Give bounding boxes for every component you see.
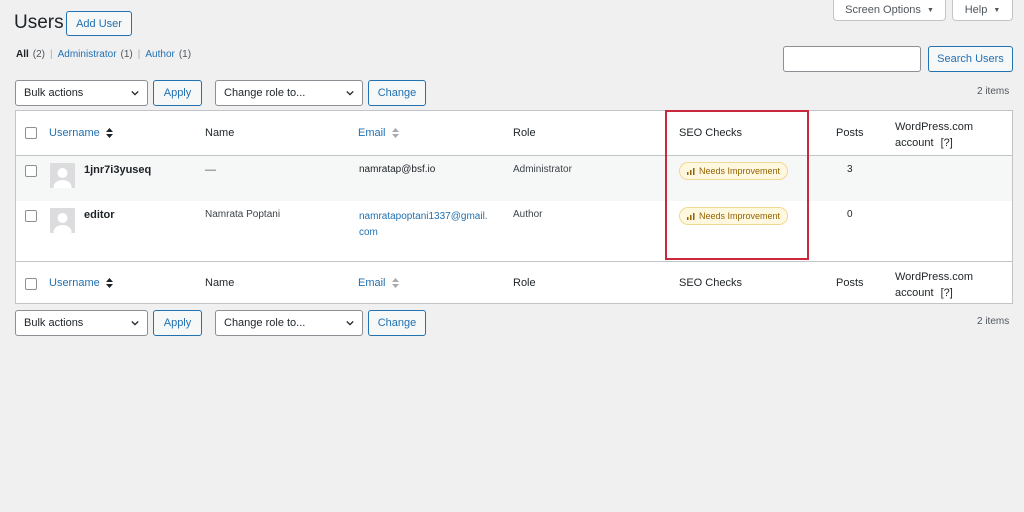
apply-button-bottom[interactable]: Apply — [153, 310, 202, 336]
email-cell: namratapoptani1337@gmail. com — [359, 209, 488, 241]
filter-all-link[interactable]: All — [16, 49, 29, 60]
user-name: Namrata Poptani — [205, 209, 281, 220]
change-role-select-bottom[interactable]: Change role to... — [215, 310, 363, 336]
default-avatar-icon — [53, 168, 72, 188]
users-table: Username Name Email Role SEO Checks Post… — [15, 110, 1013, 304]
role-filter-links: All (2) | Administrator (1) | Author (1) — [16, 49, 191, 60]
bulk-actions-label: Bulk actions — [24, 87, 84, 99]
email-link[interactable]: namratap@bsf.io — [359, 164, 435, 175]
user-role: Administrator — [513, 164, 572, 175]
screen-options-label: Screen Options — [845, 4, 921, 16]
default-avatar-icon — [53, 213, 72, 233]
filter-administrator-count: (1) — [120, 49, 133, 60]
filter-separator: | — [137, 49, 141, 60]
posts-count: 0 — [847, 209, 853, 220]
row-checkbox[interactable] — [25, 210, 37, 222]
email-link[interactable]: namratapoptani1337@gmail. — [359, 209, 488, 225]
user-role: Author — [513, 209, 543, 220]
chevron-down-icon — [131, 320, 139, 326]
add-user-button[interactable]: Add User — [66, 11, 132, 36]
avatar — [50, 163, 75, 188]
name-column-header: Name — [205, 127, 235, 139]
name-column-footer: Name — [205, 277, 235, 289]
search-users-button[interactable]: Search Users — [928, 46, 1013, 72]
change-role-label: Change role to... — [224, 87, 306, 99]
items-count: 2 items — [977, 86, 1010, 97]
email-column-header[interactable]: Email — [358, 127, 399, 139]
filter-all-count: (2) — [32, 49, 46, 60]
wpcom-help-link[interactable]: [?] — [941, 287, 953, 299]
posts-column-header: Posts — [836, 127, 864, 139]
filter-author-count: (1) — [178, 49, 192, 60]
page-title: Users — [14, 12, 64, 33]
email-link-continued[interactable]: com — [359, 225, 488, 241]
wpcom-header-line2: account — [895, 137, 934, 149]
email-footer-label: Email — [358, 277, 386, 289]
wpcom-column-header: WordPress.com account [?] — [895, 119, 973, 151]
sort-icon — [391, 128, 399, 139]
change-role-select[interactable]: Change role to... — [215, 80, 363, 106]
items-count-bottom: 2 items — [977, 316, 1010, 327]
apply-button[interactable]: Apply — [153, 80, 202, 106]
change-role-label: Change role to... — [224, 317, 306, 329]
username-header-label: Username — [49, 127, 100, 139]
role-column-header: Role — [513, 127, 536, 139]
help-tab[interactable]: Help ▼ — [952, 0, 1013, 21]
filter-separator: | — [50, 49, 53, 60]
wpcom-footer-line1: WordPress.com — [895, 271, 974, 283]
caret-down-icon: ▼ — [993, 6, 1001, 14]
table-header-row: Username Name Email Role SEO Checks Post… — [16, 111, 1012, 155]
table-footer-row: Username Name Email Role SEO Checks Post… — [16, 262, 1012, 304]
bulk-actions-select-bottom[interactable]: Bulk actions — [15, 310, 148, 336]
wpcom-footer-line2: account — [895, 287, 934, 299]
sort-icon — [391, 278, 399, 289]
search-input[interactable] — [783, 46, 921, 72]
email-header-label: Email — [358, 127, 386, 139]
caret-down-icon: ▼ — [926, 6, 934, 14]
username-column-footer[interactable]: Username — [49, 277, 113, 289]
change-button[interactable]: Change — [368, 80, 426, 106]
screen-options-tab[interactable]: Screen Options ▼ — [833, 0, 946, 21]
select-all-checkbox-footer[interactable] — [25, 278, 37, 290]
wpcom-help-link[interactable]: [?] — [941, 137, 953, 149]
posts-column-footer: Posts — [836, 277, 864, 289]
avatar — [50, 208, 75, 233]
wpcom-column-footer: WordPress.com account [?] — [895, 269, 973, 301]
seo-column-highlight — [665, 110, 809, 260]
bulk-actions-select[interactable]: Bulk actions — [15, 80, 148, 106]
sort-icon — [105, 278, 113, 289]
row-checkbox[interactable] — [25, 165, 37, 177]
filter-administrator-link[interactable]: Administrator — [58, 49, 117, 60]
filter-author-link[interactable]: Author — [145, 49, 174, 60]
table-row: editor Namrata Poptani namratapoptani133… — [16, 201, 1012, 261]
sort-icon — [105, 128, 113, 139]
chevron-down-icon — [131, 90, 139, 96]
wpcom-header-line1: WordPress.com — [895, 121, 974, 133]
chevron-down-icon — [346, 320, 354, 326]
email-column-footer[interactable]: Email — [358, 277, 399, 289]
table-row: 1jnr7i3yuseq — namratap@bsf.io Administr… — [16, 156, 1012, 201]
user-name: — — [205, 164, 216, 176]
bulk-actions-label: Bulk actions — [24, 317, 84, 329]
select-all-checkbox[interactable] — [25, 127, 37, 139]
posts-count-link[interactable]: 3 — [847, 164, 853, 175]
username-link[interactable]: editor — [84, 209, 115, 221]
role-column-footer: Role — [513, 277, 536, 289]
change-button-bottom[interactable]: Change — [368, 310, 426, 336]
chevron-down-icon — [346, 90, 354, 96]
help-label: Help — [964, 4, 988, 16]
username-link[interactable]: 1jnr7i3yuseq — [84, 164, 151, 176]
username-column-header[interactable]: Username — [49, 127, 113, 139]
seo-checks-column-footer: SEO Checks — [679, 277, 742, 289]
username-footer-label: Username — [49, 277, 100, 289]
